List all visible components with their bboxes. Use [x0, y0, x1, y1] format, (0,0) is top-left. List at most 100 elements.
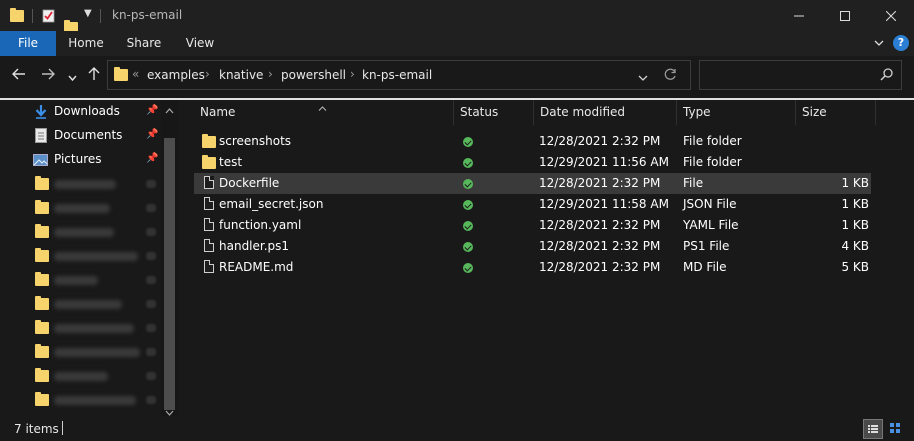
file-size: 1 KB — [841, 176, 869, 190]
pin-icon[interactable] — [146, 252, 156, 260]
redacted-label — [54, 276, 98, 285]
column-header-name[interactable]: Name — [194, 100, 454, 125]
file-row-function-yaml[interactable]: function.yaml 12/28/2021 2:32 PM YAML Fi… — [194, 215, 871, 236]
sync-ok-icon — [463, 200, 473, 210]
pin-icon[interactable] — [146, 276, 156, 284]
breadcrumb-examples[interactable]: examples — [147, 68, 205, 82]
folder-icon — [35, 368, 49, 382]
breadcrumb-kn-ps-email[interactable]: kn-ps-email — [362, 68, 432, 82]
column-header-size[interactable]: Size — [796, 100, 876, 125]
sync-ok-icon — [463, 221, 473, 231]
redacted-label — [54, 372, 108, 381]
maximize-button[interactable] — [822, 0, 868, 31]
file-date: 12/28/2021 2:32 PM — [539, 134, 661, 148]
file-size: 5 KB — [841, 260, 869, 274]
search-icon[interactable] — [880, 68, 893, 84]
nav-item-redacted[interactable] — [0, 172, 160, 196]
status-bar: 7 items — [0, 416, 914, 441]
breadcrumb-knative[interactable]: knative — [219, 68, 263, 82]
tab-file[interactable]: File — [0, 31, 56, 56]
file-row-handler-ps1[interactable]: handler.ps1 12/28/2021 2:32 PM PS1 File … — [194, 236, 871, 257]
pictures-icon — [33, 154, 48, 166]
breadcrumb-overflow[interactable]: « — [132, 67, 139, 81]
nav-item-redacted[interactable] — [0, 268, 160, 292]
pin-icon[interactable]: 📌 — [146, 105, 158, 116]
nav-item-redacted[interactable] — [0, 220, 160, 244]
nav-item-label: Pictures — [54, 152, 102, 166]
documents-icon — [35, 128, 47, 143]
pin-icon[interactable] — [146, 180, 156, 188]
pin-icon[interactable] — [146, 228, 156, 236]
refresh-button[interactable] — [664, 68, 677, 84]
sync-ok-icon — [463, 158, 473, 168]
title-bar: ▼ kn-ps-email — [0, 0, 914, 34]
redacted-label — [54, 204, 110, 213]
scroll-up-icon[interactable] — [165, 103, 174, 117]
redacted-label — [54, 252, 138, 261]
pin-icon[interactable] — [146, 372, 156, 380]
nav-item-pictures[interactable]: Pictures 📌 — [0, 148, 160, 172]
pin-icon[interactable]: 📌 — [146, 129, 158, 140]
breadcrumb-powershell[interactable]: powershell — [281, 68, 346, 82]
file-row-dockerfile[interactable]: Dockerfile 12/28/2021 2:32 PM File 1 KB — [194, 173, 871, 194]
close-icon — [886, 10, 896, 21]
sync-ok-icon — [463, 242, 473, 252]
address-bar[interactable]: « examples › knative › powershell › kn-p… — [107, 60, 691, 90]
status-separator — [62, 421, 63, 435]
column-header-date-modified[interactable]: Date modified — [534, 100, 677, 125]
pin-icon[interactable] — [146, 204, 156, 212]
large-icons-view-button[interactable] — [886, 419, 904, 437]
properties-icon[interactable] — [42, 8, 56, 23]
pin-icon[interactable] — [146, 300, 156, 308]
pin-icon[interactable] — [146, 396, 156, 404]
search-box[interactable] — [699, 60, 902, 90]
file-row-screenshots[interactable]: screenshots 12/28/2021 2:32 PM File fold… — [194, 131, 871, 152]
pin-icon[interactable] — [146, 348, 156, 356]
nav-item-redacted[interactable] — [0, 196, 160, 220]
file-icon — [204, 260, 214, 273]
recent-locations-button[interactable] — [68, 70, 77, 85]
redacted-label — [54, 180, 116, 189]
tab-home[interactable]: Home — [58, 31, 114, 56]
folder-icon — [35, 392, 49, 406]
nav-item-redacted[interactable] — [0, 244, 160, 268]
close-button[interactable] — [868, 0, 914, 31]
nav-item-downloads[interactable]: Downloads 📌 — [0, 100, 160, 124]
file-row-readme-md[interactable]: README.md 12/28/2021 2:32 PM MD File 5 K… — [194, 257, 871, 278]
nav-item-redacted[interactable] — [0, 316, 160, 340]
folder-icon[interactable] — [10, 8, 24, 22]
redacted-label — [54, 300, 122, 309]
file-row-email-secret-json[interactable]: email_secret.json 12/29/2021 11:58 AM JS… — [194, 194, 871, 215]
back-button[interactable] — [12, 68, 26, 83]
nav-item-redacted[interactable] — [0, 388, 160, 412]
address-dropdown-button[interactable] — [638, 71, 648, 85]
minimize-button[interactable] — [776, 0, 822, 31]
large-icons-view-icon — [890, 423, 900, 433]
file-date: 12/28/2021 2:32 PM — [539, 239, 661, 253]
redacted-label — [54, 396, 136, 405]
column-header-type[interactable]: Type — [677, 100, 796, 125]
forward-button[interactable] — [41, 68, 55, 83]
nav-item-redacted[interactable] — [0, 340, 160, 364]
search-input[interactable] — [704, 65, 878, 85]
quick-access-dropdown-icon[interactable]: ▼ — [84, 8, 92, 19]
tab-share[interactable]: Share — [116, 31, 172, 56]
location-folder-icon — [114, 67, 128, 81]
help-button[interactable]: ? — [893, 35, 909, 51]
ribbon-expand-chevron-icon[interactable] — [874, 37, 884, 51]
details-view-button[interactable] — [863, 419, 883, 439]
file-name: handler.ps1 — [219, 239, 290, 253]
pin-icon[interactable] — [146, 324, 156, 332]
nav-item-documents[interactable]: Documents 📌 — [0, 124, 160, 148]
file-row-test[interactable]: test 12/29/2021 11:56 AM File folder — [194, 152, 871, 173]
nav-pane-scroll-thumb[interactable] — [164, 138, 175, 410]
nav-item-redacted[interactable] — [0, 364, 160, 388]
details-view-icon — [868, 425, 878, 433]
pin-icon[interactable]: 📌 — [146, 153, 158, 164]
nav-item-redacted[interactable] — [0, 292, 160, 316]
folder-icon — [35, 200, 49, 214]
tab-view[interactable]: View — [172, 31, 228, 56]
column-header-status[interactable]: Status — [454, 100, 534, 125]
up-button[interactable] — [88, 67, 100, 84]
folder-icon — [35, 320, 49, 334]
